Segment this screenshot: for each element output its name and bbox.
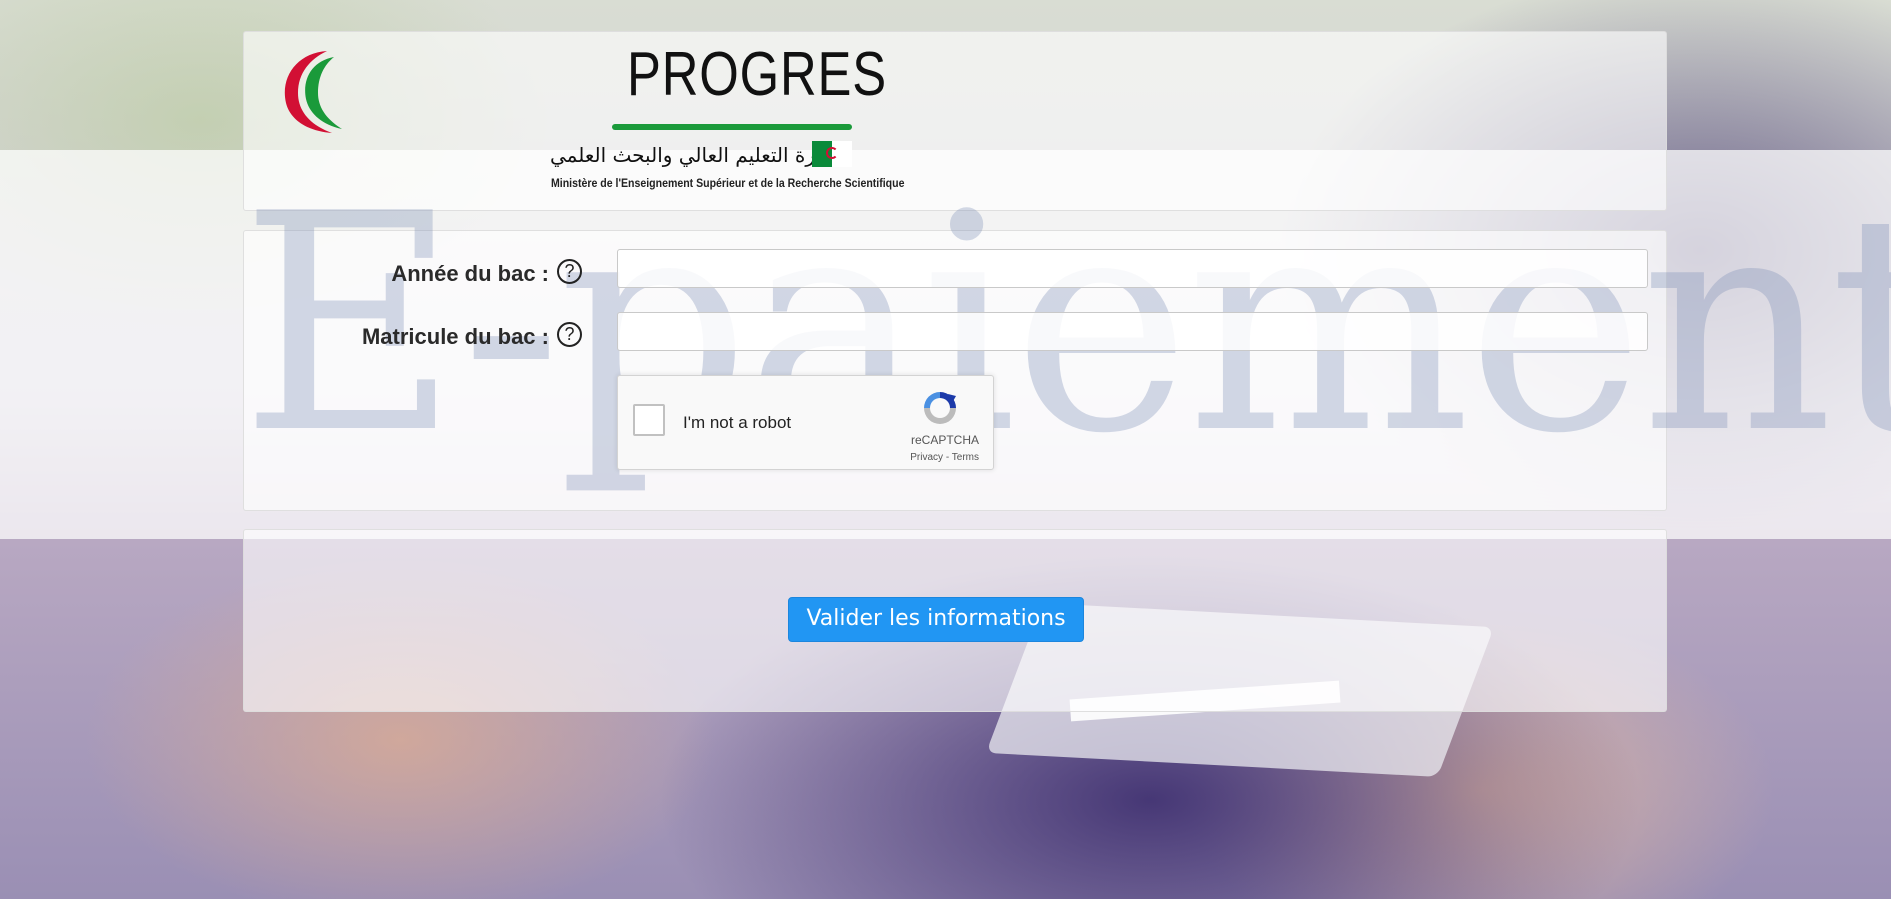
recaptcha-checkbox[interactable] — [633, 404, 665, 436]
matricule-du-bac-input[interactable] — [617, 312, 1648, 351]
recaptcha-widget: I'm not a robot reCAPTCHA Privacy - Term… — [617, 375, 994, 470]
progres-swoosh-icon — [284, 51, 342, 133]
recaptcha-brand: reCAPTCHA — [910, 433, 979, 447]
annee-du-bac-label: Année du bac : — [391, 261, 549, 286]
logo-panel — [243, 31, 1667, 211]
valider-informations-button[interactable]: Valider les informations — [788, 597, 1084, 642]
logo-underline — [612, 124, 852, 130]
recaptcha-logo-icon — [924, 392, 956, 424]
recaptcha-label: I'm not a robot — [683, 413, 792, 432]
recaptcha-link-separator: - — [943, 452, 952, 463]
recaptcha-links: Privacy - Terms — [910, 452, 979, 463]
matricule-du-bac-label: Matricule du bac : — [361, 324, 549, 349]
progres-logo-text: PROGRES — [627, 40, 887, 109]
annee-help-icon[interactable]: ? — [557, 259, 582, 284]
flag-crescent — [826, 147, 838, 159]
matricule-help-icon[interactable]: ? — [557, 322, 582, 347]
annee-du-bac-input[interactable] — [617, 249, 1648, 288]
recaptcha-privacy-link[interactable]: Privacy — [910, 452, 943, 463]
ministry-name-arabic: وزارة التعليم العالي والبحث العلمي — [550, 143, 840, 167]
ministry-name-french: Ministère de l'Enseignement Supérieur et… — [551, 176, 905, 190]
recaptcha-terms-link[interactable]: Terms — [952, 452, 979, 463]
algeria-flag-icon — [812, 141, 852, 167]
